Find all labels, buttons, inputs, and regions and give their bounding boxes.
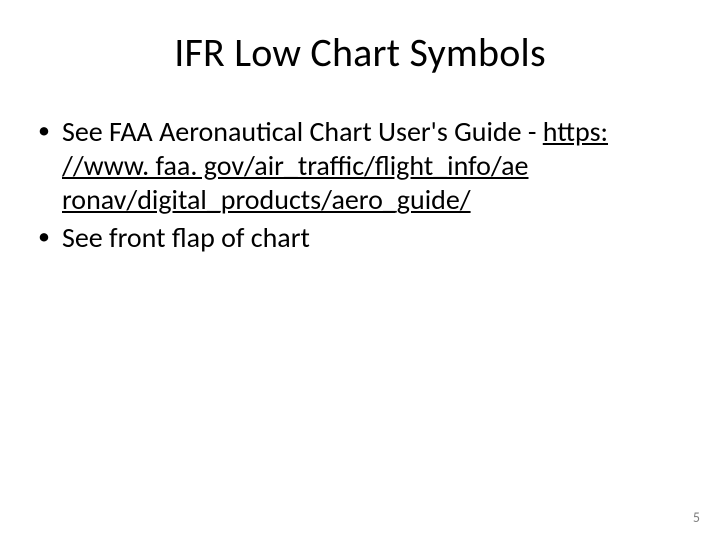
- bullet-1-lead: See FAA Aeronautical Chart User's Guide …: [62, 114, 543, 149]
- bullet-item-2: See front flap of chart: [34, 221, 686, 255]
- slide-title: IFR Low Chart Symbols: [34, 28, 686, 77]
- bullet-list: See FAA Aeronautical Chart User's Guide …: [34, 115, 686, 256]
- page-number: 5: [693, 509, 700, 526]
- bullet-item-1: See FAA Aeronautical Chart User's Guide …: [34, 115, 686, 217]
- slide: IFR Low Chart Symbols See FAA Aeronautic…: [0, 0, 720, 540]
